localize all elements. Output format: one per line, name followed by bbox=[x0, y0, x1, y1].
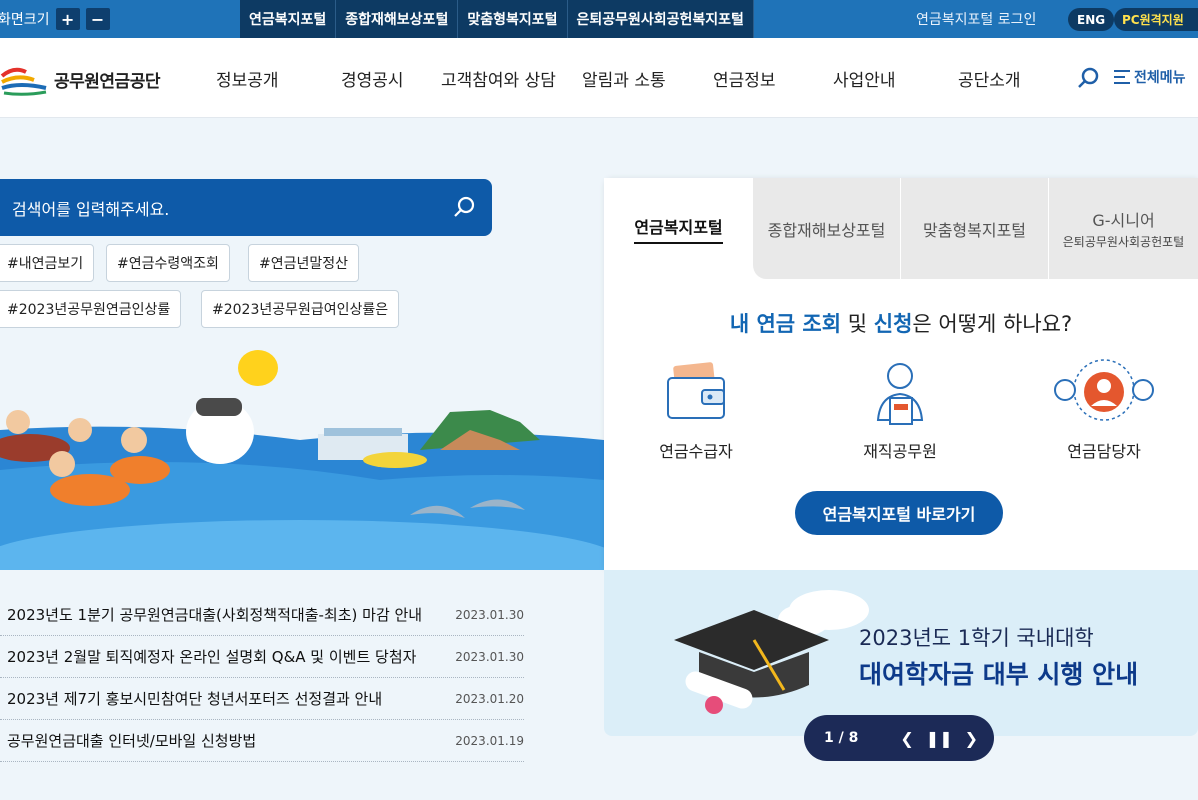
portal-links: 연금복지포털 종합재해보상포털 맞춤형복지포털 은퇴공무원사회공헌복지포털 bbox=[240, 0, 754, 38]
logo-mark-icon bbox=[0, 67, 47, 96]
role-label: 연금수급자 bbox=[659, 442, 733, 461]
tab-g-senior[interactable]: G-시니어 은퇴공무원사회공헌포털 bbox=[1048, 178, 1198, 279]
hamburger-icon bbox=[1114, 70, 1130, 84]
notice-title[interactable]: 2023년 제7기 홍보시민참여단 청년서포터즈 선정결과 안내 bbox=[0, 688, 382, 709]
chevron-right-icon[interactable]: ❯ bbox=[965, 729, 978, 748]
promo-banner[interactable]: 2023년도 1학기 국내대학 대여학자금 대부 시행 안내 bbox=[604, 570, 1198, 736]
search-icon[interactable] bbox=[1077, 66, 1101, 90]
portal-link-retired-social[interactable]: 은퇴공무원사회공헌복지포털 bbox=[567, 0, 754, 38]
banner-pager: 1 / 8 ❮ ❚❚ ❯ bbox=[804, 715, 994, 761]
zoom-label: 화면크기 bbox=[0, 12, 50, 28]
nav-about[interactable]: 공단소개 bbox=[958, 38, 1021, 118]
role-pension-recipient[interactable]: 연금수급자 bbox=[626, 356, 766, 462]
search-input[interactable]: 검색어를 입력해주세요. bbox=[0, 179, 492, 236]
panel-question: 내 연금 조회 및 신청은 어떻게 하나요? bbox=[604, 308, 1198, 338]
main-header: 공무원연금공단 정보공개 경영공시 고객참여와 상담 알림과 소통 연금정보 사… bbox=[0, 38, 1198, 118]
zoom-out-button[interactable]: − bbox=[85, 8, 110, 30]
nav-business[interactable]: 사업안내 bbox=[833, 38, 896, 118]
banner-title-line1: 2023년도 1학기 국내대학 bbox=[859, 626, 1094, 650]
list-item[interactable]: 공무원연금대출 인터넷/모바일 신청방법 2023.01.19 bbox=[0, 720, 524, 762]
login-link[interactable]: 연금복지포털 로그인 bbox=[916, 0, 1036, 38]
tab-pension-welfare[interactable]: 연금복지포털 bbox=[604, 178, 752, 279]
role-pension-manager[interactable]: 연금담당자 bbox=[1034, 356, 1174, 462]
graduation-cap-icon bbox=[674, 590, 869, 714]
tab-label: 맞춤형복지포털 bbox=[922, 220, 1027, 240]
nav-pension-info[interactable]: 연금정보 bbox=[713, 38, 776, 118]
role-active-official[interactable]: 재직공무원 bbox=[830, 356, 970, 462]
nav-news[interactable]: 알림과 소통 bbox=[582, 38, 666, 118]
role-label: 재직공무원 bbox=[863, 442, 937, 461]
notice-date: 2023.01.30 bbox=[455, 649, 524, 664]
tab-sublabel: 은퇴공무원사회공헌포털 bbox=[1062, 235, 1185, 249]
tab-label: G-시니어 bbox=[1092, 211, 1155, 230]
utility-bar: 화면크기 + − 연금복지포털 종합재해보상포털 맞춤형복지포털 은퇴공무원사회… bbox=[0, 0, 1198, 38]
question-part-1: 내 연금 조회 bbox=[729, 312, 842, 336]
wallet-icon bbox=[667, 362, 725, 419]
question-part-3: 신청 bbox=[873, 312, 913, 336]
pager-count: 1 / 8 bbox=[824, 730, 859, 746]
manager-group-icon bbox=[1054, 359, 1154, 421]
hashtag-salary-raise-rate[interactable]: #2023년공무원급여인상률은 bbox=[201, 290, 400, 328]
logo[interactable]: 공무원연금공단 bbox=[0, 62, 160, 96]
hero-illustration bbox=[0, 350, 604, 570]
logo-text: 공무원연금공단 bbox=[54, 71, 160, 92]
hashtag-pension-amount[interactable]: #연금수령액조회 bbox=[106, 244, 230, 282]
tab-custom-welfare[interactable]: 맞춤형복지포털 bbox=[900, 178, 1048, 279]
banner-title-line2: 대여학자금 대부 시행 안내 bbox=[859, 660, 1139, 689]
hashtag-year-end-settlement[interactable]: #연금년말정산 bbox=[248, 244, 360, 282]
search-placeholder: 검색어를 입력해주세요. bbox=[12, 199, 170, 219]
pause-icon[interactable]: ❚❚ bbox=[926, 729, 953, 748]
notice-title[interactable]: 2023년 2월말 퇴직예정자 온라인 설명회 Q&A 및 이벤트 당첨자 bbox=[0, 646, 416, 667]
hashtag-pension-raise-rate[interactable]: #2023년공무원연금인상률 bbox=[0, 290, 182, 328]
all-menu-label: 전체메뉴 bbox=[1134, 70, 1186, 86]
list-item[interactable]: 2023년 2월말 퇴직예정자 온라인 설명회 Q&A 및 이벤트 당첨자 20… bbox=[0, 636, 524, 678]
portal-panel: 연금복지포털 종합재해보상포털 맞춤형복지포털 G-시니어 은퇴공무원사회공헌포… bbox=[604, 178, 1198, 570]
chevron-left-icon[interactable]: ❮ bbox=[900, 729, 913, 748]
english-button[interactable]: ENG bbox=[1068, 8, 1115, 31]
nav-customer-participation[interactable]: 고객참여와 상담 bbox=[441, 38, 556, 118]
role-label: 연금담당자 bbox=[1067, 442, 1141, 461]
notice-list: 2023년도 1분기 공무원연금대출(사회정책적대출-최초) 마감 안내 202… bbox=[0, 594, 524, 762]
notice-date: 2023.01.20 bbox=[455, 691, 524, 706]
list-item[interactable]: 2023년 제7기 홍보시민참여단 청년서포터즈 선정결과 안내 2023.01… bbox=[0, 678, 524, 720]
tab-label: 연금복지포털 bbox=[634, 214, 723, 244]
question-part-2: 및 bbox=[841, 312, 874, 336]
notice-date: 2023.01.30 bbox=[455, 607, 524, 622]
search-submit-icon[interactable] bbox=[452, 195, 476, 219]
zoom-in-button[interactable]: + bbox=[55, 8, 80, 30]
hashtag-my-pension[interactable]: #내연금보기 bbox=[0, 244, 95, 282]
portal-link-disaster-compensation[interactable]: 종합재해보상포털 bbox=[336, 0, 459, 38]
portal-link-pension-welfare[interactable]: 연금복지포털 bbox=[240, 0, 337, 38]
list-item[interactable]: 2023년도 1분기 공무원연금대출(사회정책적대출-최초) 마감 안내 202… bbox=[0, 594, 524, 636]
portal-tabs: 연금복지포털 종합재해보상포털 맞춤형복지포털 G-시니어 은퇴공무원사회공헌포… bbox=[604, 178, 1198, 279]
notice-title[interactable]: 공무원연금대출 인터넷/모바일 신청방법 bbox=[0, 730, 256, 751]
remote-support-button[interactable]: PC원격지원 bbox=[1114, 8, 1198, 31]
notice-title[interactable]: 2023년도 1분기 공무원연금대출(사회정책적대출-최초) 마감 안내 bbox=[0, 604, 422, 625]
all-menu-button[interactable]: 전체메뉴 bbox=[1114, 67, 1186, 87]
nav-management-disclosure[interactable]: 경영공시 bbox=[341, 38, 404, 118]
nav-info-disclosure[interactable]: 정보공개 bbox=[216, 38, 279, 118]
notice-date: 2023.01.19 bbox=[455, 733, 524, 748]
office-worker-icon bbox=[876, 363, 924, 425]
tab-label: 종합재해보상포털 bbox=[767, 220, 886, 240]
zoom-control: 화면크기 + − bbox=[0, 0, 110, 38]
question-part-4: 은 어떻게 하나요? bbox=[912, 312, 1073, 336]
portal-link-custom-welfare[interactable]: 맞춤형복지포털 bbox=[458, 0, 568, 38]
tab-disaster-compensation[interactable]: 종합재해보상포털 bbox=[752, 178, 900, 279]
go-pension-portal-button[interactable]: 연금복지포털 바로가기 bbox=[795, 491, 1003, 535]
